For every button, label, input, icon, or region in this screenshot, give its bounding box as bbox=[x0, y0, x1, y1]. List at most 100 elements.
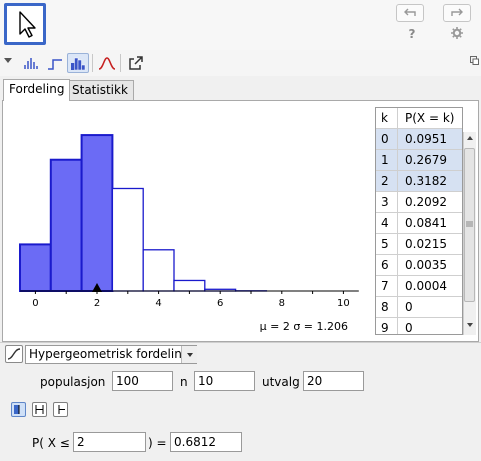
divider bbox=[0, 342, 481, 343]
separator bbox=[120, 54, 121, 72]
table-row[interactable]: 7 0.0004 bbox=[376, 276, 462, 297]
export-icon bbox=[129, 56, 143, 70]
main-toolbar: ? bbox=[0, 0, 481, 51]
distribution-select[interactable]: Hypergeometrisk fordeling bbox=[25, 345, 197, 364]
scroll-down-icon[interactable] bbox=[466, 322, 474, 328]
table-row[interactable]: 2 0.3182 bbox=[376, 171, 462, 192]
column-header-p: P(X = k) bbox=[405, 111, 455, 125]
bar-graph-icon bbox=[24, 58, 38, 69]
table-row[interactable]: 80 bbox=[376, 297, 462, 318]
help-button[interactable]: ? bbox=[402, 27, 422, 41]
cell-probability: 0.0004 bbox=[405, 279, 447, 293]
chevron-down-icon bbox=[186, 352, 193, 357]
histogram-bar bbox=[173, 279, 206, 292]
cell-k: 5 bbox=[376, 234, 398, 254]
probability-suffix: ) = bbox=[148, 436, 167, 450]
histogram-bar bbox=[80, 134, 114, 292]
redo-button[interactable] bbox=[443, 4, 471, 22]
histogram-icon bbox=[71, 57, 86, 70]
cell-k: 4 bbox=[376, 213, 398, 233]
param-label-populasjon: populasjon bbox=[40, 375, 106, 389]
histogram-bar bbox=[49, 158, 83, 292]
probability-result: 0.6812 bbox=[170, 432, 242, 452]
cell-probability: 0.2679 bbox=[405, 153, 447, 167]
table-row[interactable]: 0 0.0951 bbox=[376, 129, 462, 150]
distribution-dropdown-arrow[interactable] bbox=[181, 346, 197, 363]
tab-statistikk[interactable]: Statistikk bbox=[66, 80, 134, 100]
grip-icon bbox=[466, 221, 473, 227]
table-row[interactable]: 3 0.2092 bbox=[376, 192, 462, 213]
probability-table[interactable]: k P(X = k) 0 0.0951 1 0.2679 2 0.3182 3 0.2092 4… bbox=[375, 107, 463, 335]
step-graph-button[interactable] bbox=[44, 53, 66, 73]
histogram-bar bbox=[142, 249, 175, 292]
histogram-button[interactable] bbox=[67, 53, 89, 73]
cell-k: 9 bbox=[376, 318, 398, 334]
table-row[interactable]: 5 0.0215 bbox=[376, 234, 462, 255]
x-tick-label: 0 bbox=[32, 298, 38, 309]
probability-histogram[interactable]: 0 2 4 6 8 10 μ = 2 σ = 1.206 bbox=[3, 101, 368, 339]
cell-k: 6 bbox=[376, 255, 398, 275]
step-graph-icon bbox=[48, 59, 62, 70]
s-curve-icon bbox=[7, 348, 21, 360]
cell-probability: 0.0035 bbox=[405, 258, 447, 272]
view-toolbar bbox=[0, 50, 481, 76]
cell-k: 8 bbox=[376, 297, 398, 317]
cell-k: 7 bbox=[376, 276, 398, 296]
undock-button[interactable] bbox=[470, 55, 479, 65]
normal-overlay-icon bbox=[98, 57, 116, 70]
table-row[interactable]: 6 0.0035 bbox=[376, 255, 462, 276]
interval-icon bbox=[35, 405, 44, 414]
cell-probability: 0.0951 bbox=[405, 132, 447, 146]
cell-probability: 0.0841 bbox=[405, 216, 447, 230]
x-tick-label: 4 bbox=[155, 298, 161, 309]
distribution-selected: Hypergeometrisk fordeling bbox=[29, 347, 190, 361]
param-label-utvalg: utvalg bbox=[262, 375, 300, 389]
bar-graph-button[interactable] bbox=[20, 53, 42, 73]
redo-icon bbox=[451, 8, 463, 16]
interval-button[interactable] bbox=[32, 402, 47, 417]
settings-button[interactable] bbox=[450, 26, 464, 40]
separator bbox=[92, 54, 93, 72]
cell-probability: 0.3182 bbox=[405, 174, 447, 188]
export-button[interactable] bbox=[125, 53, 147, 73]
param-label-n: n bbox=[180, 375, 188, 389]
undo-icon bbox=[404, 8, 416, 16]
gear-icon bbox=[451, 27, 463, 39]
cumulative-toggle-button[interactable] bbox=[5, 345, 23, 363]
scrollbar-thumb[interactable] bbox=[464, 148, 475, 302]
cursor-arrow-icon bbox=[19, 11, 36, 38]
x-tick-label: 2 bbox=[94, 298, 100, 309]
cell-k: 1 bbox=[376, 150, 398, 170]
cell-probability: 0.0215 bbox=[405, 237, 447, 251]
histogram-bar bbox=[19, 243, 52, 292]
view-menu-toggle[interactable] bbox=[3, 55, 13, 65]
table-row[interactable]: 90 bbox=[376, 318, 462, 335]
probability-prefix: P( X ≤ bbox=[32, 436, 70, 450]
undo-button[interactable] bbox=[396, 4, 424, 22]
param-input-n[interactable]: 10 bbox=[194, 371, 255, 391]
left-sided-button[interactable] bbox=[11, 402, 26, 417]
param-input-populasjon[interactable]: 100 bbox=[112, 371, 173, 391]
column-header-k: k bbox=[376, 108, 398, 128]
undock-icon bbox=[470, 56, 479, 65]
cell-probability: 0 bbox=[405, 321, 413, 335]
move-tool-button[interactable] bbox=[4, 3, 46, 45]
x-tick-label: 8 bbox=[279, 298, 285, 309]
x-tick-label: 6 bbox=[217, 298, 223, 309]
param-input-utvalg[interactable]: 20 bbox=[303, 371, 364, 391]
cell-probability: 0.2092 bbox=[405, 195, 447, 209]
table-row[interactable]: 4 0.0841 bbox=[376, 213, 462, 234]
histogram-bar bbox=[111, 187, 144, 292]
cell-k: 0 bbox=[376, 129, 398, 149]
mean-sigma-label: μ = 2 σ = 1.206 bbox=[260, 320, 348, 333]
table-header: k P(X = k) bbox=[376, 108, 462, 129]
triangle-down-icon bbox=[4, 58, 12, 63]
tab-fordeling[interactable]: Fordeling bbox=[3, 79, 71, 101]
table-row[interactable]: 1 0.2679 bbox=[376, 150, 462, 171]
right-sided-button[interactable] bbox=[53, 402, 68, 417]
cell-k: 2 bbox=[376, 171, 398, 191]
scroll-up-icon[interactable] bbox=[466, 135, 474, 141]
probability-bound-input[interactable]: 2 bbox=[73, 432, 146, 452]
cell-probability: 0 bbox=[405, 300, 413, 314]
normal-overlay-button[interactable] bbox=[96, 53, 118, 73]
